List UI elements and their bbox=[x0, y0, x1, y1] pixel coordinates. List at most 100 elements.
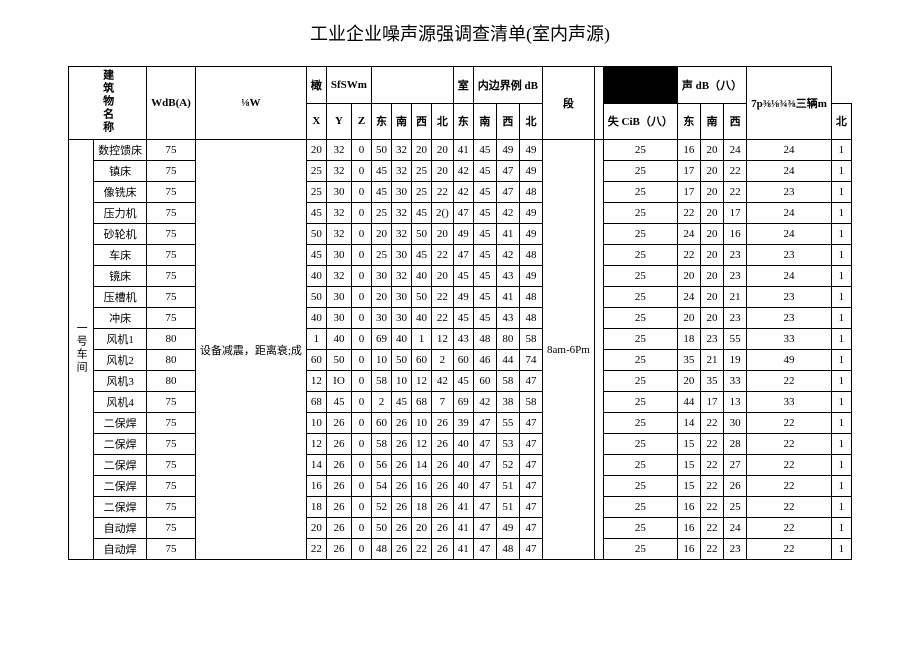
c-n2: 47 bbox=[519, 539, 542, 560]
c-n1: 20 bbox=[431, 140, 453, 161]
c-y: 26 bbox=[326, 455, 351, 476]
table-row: 二保焊7516260542616264047514725152226221 bbox=[69, 476, 852, 497]
c-wdb: 75 bbox=[147, 413, 196, 434]
c-n1: 2() bbox=[431, 203, 453, 224]
c-n2: 49 bbox=[519, 203, 542, 224]
c-w3: 28 bbox=[724, 434, 747, 455]
c-n2: 47 bbox=[519, 434, 542, 455]
c-e3: 16 bbox=[677, 539, 700, 560]
c-y: 32 bbox=[326, 161, 351, 182]
c-e3: 22 bbox=[677, 245, 700, 266]
c-e1: 52 bbox=[371, 497, 391, 518]
c-name: 风机1 bbox=[94, 329, 147, 350]
c-name: 二保焊 bbox=[94, 434, 147, 455]
c-n1: 7 bbox=[431, 392, 453, 413]
c-e1: 58 bbox=[371, 371, 391, 392]
table-row: 二保焊7518260522618264147514725162225221 bbox=[69, 497, 852, 518]
c-w2: 49 bbox=[496, 518, 519, 539]
c-e2: 45 bbox=[453, 266, 473, 287]
c-n2: 49 bbox=[519, 140, 542, 161]
h-w3: 西 bbox=[724, 103, 747, 140]
h-boundary: 内边界例 dB bbox=[473, 67, 542, 104]
c-z: 0 bbox=[352, 182, 372, 203]
c-y: 30 bbox=[326, 308, 351, 329]
c-w3: 30 bbox=[724, 413, 747, 434]
c-m: 1 bbox=[831, 455, 851, 476]
c-n2: 58 bbox=[519, 329, 542, 350]
table-row: 二保焊7510260602610263947554725142230221 bbox=[69, 413, 852, 434]
c-n3: 22 bbox=[747, 476, 832, 497]
atten-cell: 设备减震，距离衰;成 bbox=[195, 140, 306, 560]
c-loss: 25 bbox=[603, 539, 677, 560]
c-e1: 56 bbox=[371, 455, 391, 476]
c-w1: 25 bbox=[411, 182, 431, 203]
c-s1: 26 bbox=[391, 497, 411, 518]
c-n3: 22 bbox=[747, 455, 832, 476]
c-e1: 45 bbox=[371, 161, 391, 182]
c-n1: 20 bbox=[431, 161, 453, 182]
c-e1: 54 bbox=[371, 476, 391, 497]
c-s2: 48 bbox=[473, 329, 496, 350]
c-w1: 12 bbox=[411, 371, 431, 392]
c-m: 1 bbox=[831, 182, 851, 203]
c-s3: 20 bbox=[700, 266, 723, 287]
h-room: 室 bbox=[453, 67, 473, 104]
c-loss: 25 bbox=[603, 182, 677, 203]
c-e3: 17 bbox=[677, 182, 700, 203]
c-m: 1 bbox=[831, 392, 851, 413]
c-wdb: 75 bbox=[147, 308, 196, 329]
c-m: 1 bbox=[831, 413, 851, 434]
c-y: 30 bbox=[326, 182, 351, 203]
c-m: 1 bbox=[831, 371, 851, 392]
h-s3: 南 bbox=[700, 103, 723, 140]
c-wdb: 80 bbox=[147, 329, 196, 350]
c-x: 25 bbox=[306, 161, 326, 182]
c-s2: 47 bbox=[473, 413, 496, 434]
h-xyz-group: 橄 bbox=[306, 67, 326, 104]
c-n3: 24 bbox=[747, 224, 832, 245]
c-y: 32 bbox=[326, 203, 351, 224]
c-e3: 16 bbox=[677, 518, 700, 539]
h-wdb: WdB(A) bbox=[147, 67, 196, 140]
h-last: 7p⅜⅛¾⅜三辆m bbox=[747, 67, 832, 140]
c-wdb: 75 bbox=[147, 182, 196, 203]
c-loss: 25 bbox=[603, 308, 677, 329]
c-y: 26 bbox=[326, 413, 351, 434]
h-n1: 北 bbox=[431, 103, 453, 140]
c-s3: 23 bbox=[700, 329, 723, 350]
c-w2: 42 bbox=[496, 203, 519, 224]
table-row: 自动焊7522260482622264147484725162223221 bbox=[69, 539, 852, 560]
c-w3: 25 bbox=[724, 497, 747, 518]
c-z: 0 bbox=[352, 266, 372, 287]
c-w1: 18 bbox=[411, 497, 431, 518]
c-n1: 26 bbox=[431, 539, 453, 560]
c-s2: 47 bbox=[473, 455, 496, 476]
c-x: 20 bbox=[306, 140, 326, 161]
c-name: 自动焊 bbox=[94, 518, 147, 539]
c-name: 车床 bbox=[94, 245, 147, 266]
c-e3: 20 bbox=[677, 308, 700, 329]
c-n2: 74 bbox=[519, 350, 542, 371]
c-n2: 47 bbox=[519, 497, 542, 518]
table-row: 镇床7525320453225204245474925172022241 bbox=[69, 161, 852, 182]
c-wdb: 80 bbox=[147, 371, 196, 392]
table-row: 风机38012IO0581012424560584725203533221 bbox=[69, 371, 852, 392]
c-wdb: 75 bbox=[147, 245, 196, 266]
c-m: 1 bbox=[831, 329, 851, 350]
building-cell: 一号车间 bbox=[69, 140, 94, 560]
c-name: 二保焊 bbox=[94, 413, 147, 434]
c-x: 12 bbox=[306, 371, 326, 392]
c-e1: 45 bbox=[371, 182, 391, 203]
c-x: 1 bbox=[306, 329, 326, 350]
c-e2: 41 bbox=[453, 518, 473, 539]
c-e2: 41 bbox=[453, 497, 473, 518]
c-name: 砂轮机 bbox=[94, 224, 147, 245]
c-w3: 22 bbox=[724, 161, 747, 182]
c-s2: 47 bbox=[473, 539, 496, 560]
c-name: 风机4 bbox=[94, 392, 147, 413]
c-s1: 26 bbox=[391, 455, 411, 476]
c-s2: 46 bbox=[473, 350, 496, 371]
c-s3: 20 bbox=[700, 203, 723, 224]
c-w1: 50 bbox=[411, 287, 431, 308]
c-s2: 47 bbox=[473, 497, 496, 518]
